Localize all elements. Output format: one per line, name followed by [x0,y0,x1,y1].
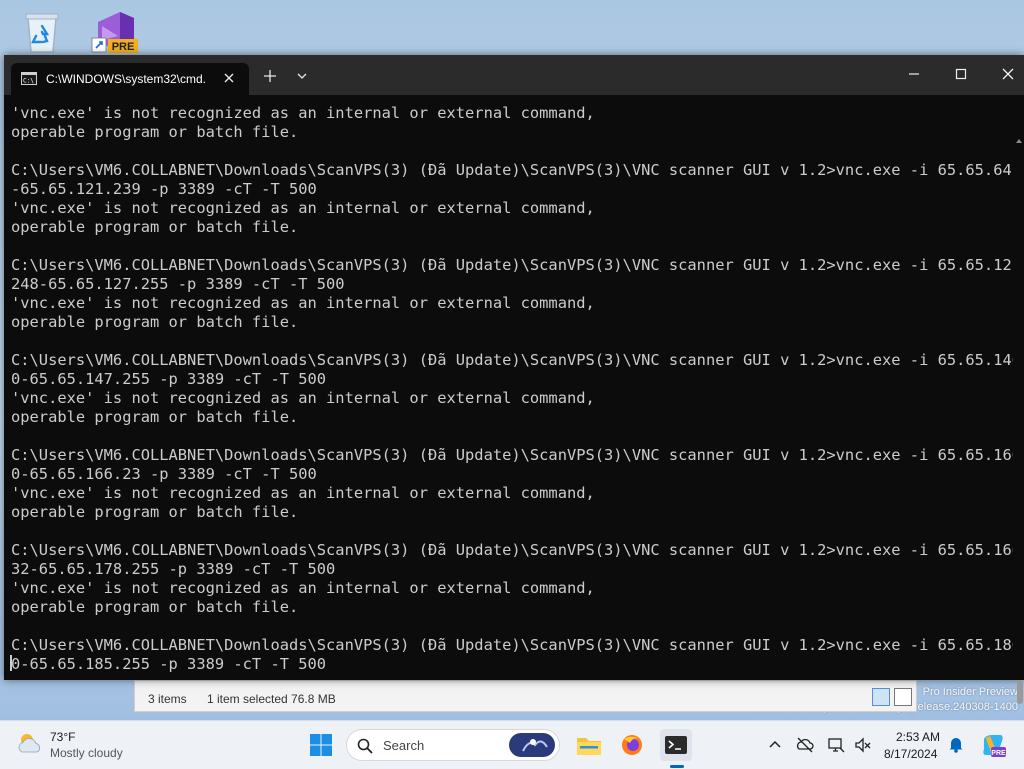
visual-studio-preview-icon[interactable]: PRE [90,8,138,56]
console-line: operable program or batch file. [11,503,299,521]
clock-time[interactable]: 2:53 AM [896,730,940,744]
status-items-count: 3 items [148,692,187,706]
file-explorer-window[interactable]: 3 items 1 item selected 76.8 MB [134,680,917,712]
details-view-button[interactable] [872,688,890,706]
scroll-up-arrow-icon[interactable] [1016,139,1022,143]
windows-start-icon[interactable] [309,733,333,757]
search-icon [357,738,373,754]
weather-condition[interactable]: Mostly cloudy [50,746,123,760]
taskbar: 73°F Mostly cloudy Search 2:53 AM 8/17/2… [0,720,1024,769]
console-line: 248-65.65.127.255 -p 3389 -cT -T 500 [11,275,345,293]
scrollbar-thumb[interactable] [1017,680,1023,704]
status-selection: 1 item selected 76.8 MB [207,692,336,706]
terminal-window[interactable]: C:\ C:\WINDOWS\system32\cmd. 'vnc.exe' i… [4,55,1024,704]
console-line: C:\Users\VM6.COLLABNET\Downloads\ScanVPS… [11,256,1013,274]
close-tab-icon[interactable] [223,72,235,84]
console-line: operable program or batch file. [11,123,299,141]
firefox-icon[interactable] [616,729,648,761]
new-tab-icon[interactable] [263,69,277,83]
console-line: operable program or batch file. [11,598,299,616]
console-line: 'vnc.exe' is not recognized as an intern… [11,579,595,597]
close-window-icon[interactable] [1001,67,1015,81]
tab-title: C:\WINDOWS\system32\cmd. [46,72,207,86]
console-line: -65.65.121.239 -p 3389 -cT -T 500 [11,180,317,198]
taskbar-search-box[interactable]: Search [346,729,560,761]
copilot-icon[interactable]: PRE [980,733,1006,757]
text-cursor [10,655,12,671]
console-line: 32-65.65.178.255 -p 3389 -cT -T 500 [11,560,336,578]
console-line: operable program or batch file. [11,218,299,236]
search-highlight-icon [509,733,555,757]
console-line: 'vnc.exe' is not recognized as an intern… [11,199,595,217]
scrollbar[interactable] [1014,95,1024,704]
tiles-view-button[interactable] [894,688,912,706]
console-line: 'vnc.exe' is not recognized as an intern… [11,294,595,312]
console-line: C:\Users\VM6.COLLABNET\Downloads\ScanVPS… [11,446,1013,464]
file-explorer-icon[interactable] [573,729,605,761]
svg-text:C:\: C:\ [23,78,34,85]
console-line: C:\Users\VM6.COLLABNET\Downloads\ScanVPS… [11,161,1013,179]
chevron-up-icon[interactable] [766,736,784,754]
console-line: C:\Users\VM6.COLLABNET\Downloads\ScanVPS… [11,351,1013,369]
clock-date[interactable]: 8/17/2024 [884,747,937,761]
weather-cloud-icon[interactable] [16,731,44,755]
cmd-icon: C:\ [21,72,37,85]
terminal-icon[interactable] [660,729,692,761]
console-line: operable program or batch file. [11,408,299,426]
console-line: operable program or batch file. [11,313,299,331]
console-line: 'vnc.exe' is not recognized as an intern… [11,484,595,502]
title-bar[interactable]: C:\ C:\WINDOWS\system32\cmd. [4,55,1024,95]
network-icon[interactable] [796,736,814,754]
console-line: 0-65.65.147.255 -p 3389 -cT -T 500 [11,370,327,388]
display-icon[interactable] [827,736,845,754]
search-label: Search [383,738,425,753]
chevron-down-icon[interactable] [296,72,308,80]
console-line: C:\Users\VM6.COLLABNET\Downloads\ScanVPS… [11,636,1013,654]
watermark-line-1: Pro Insider Preview [922,686,1018,698]
weather-temperature[interactable]: 73°F [50,730,75,744]
console-line: C:\Users\VM6.COLLABNET\Downloads\ScanVPS… [11,541,1013,559]
console-line: 'vnc.exe' is not recognized as an intern… [11,389,595,407]
volume-icon[interactable] [854,736,872,754]
pre-badge: PRE [112,41,135,53]
tab-cmd[interactable]: C:\ C:\WINDOWS\system32\cmd. [11,63,249,95]
console-line: 0-65.65.166.23 -p 3389 -cT -T 500 [11,465,317,483]
svg-text:PRE: PRE [991,750,1006,757]
console-line: 'vnc.exe' is not recognized as an intern… [11,104,595,122]
minimize-icon[interactable] [907,67,921,81]
console-output[interactable]: 'vnc.exe' is not recognized as an intern… [11,104,1013,678]
maximize-icon[interactable] [954,67,968,81]
console-line: 0-65.65.185.255 -p 3389 -cT -T 500 [11,655,327,673]
notification-bell-icon[interactable] [948,735,964,753]
recycle-bin-icon[interactable] [18,8,66,56]
